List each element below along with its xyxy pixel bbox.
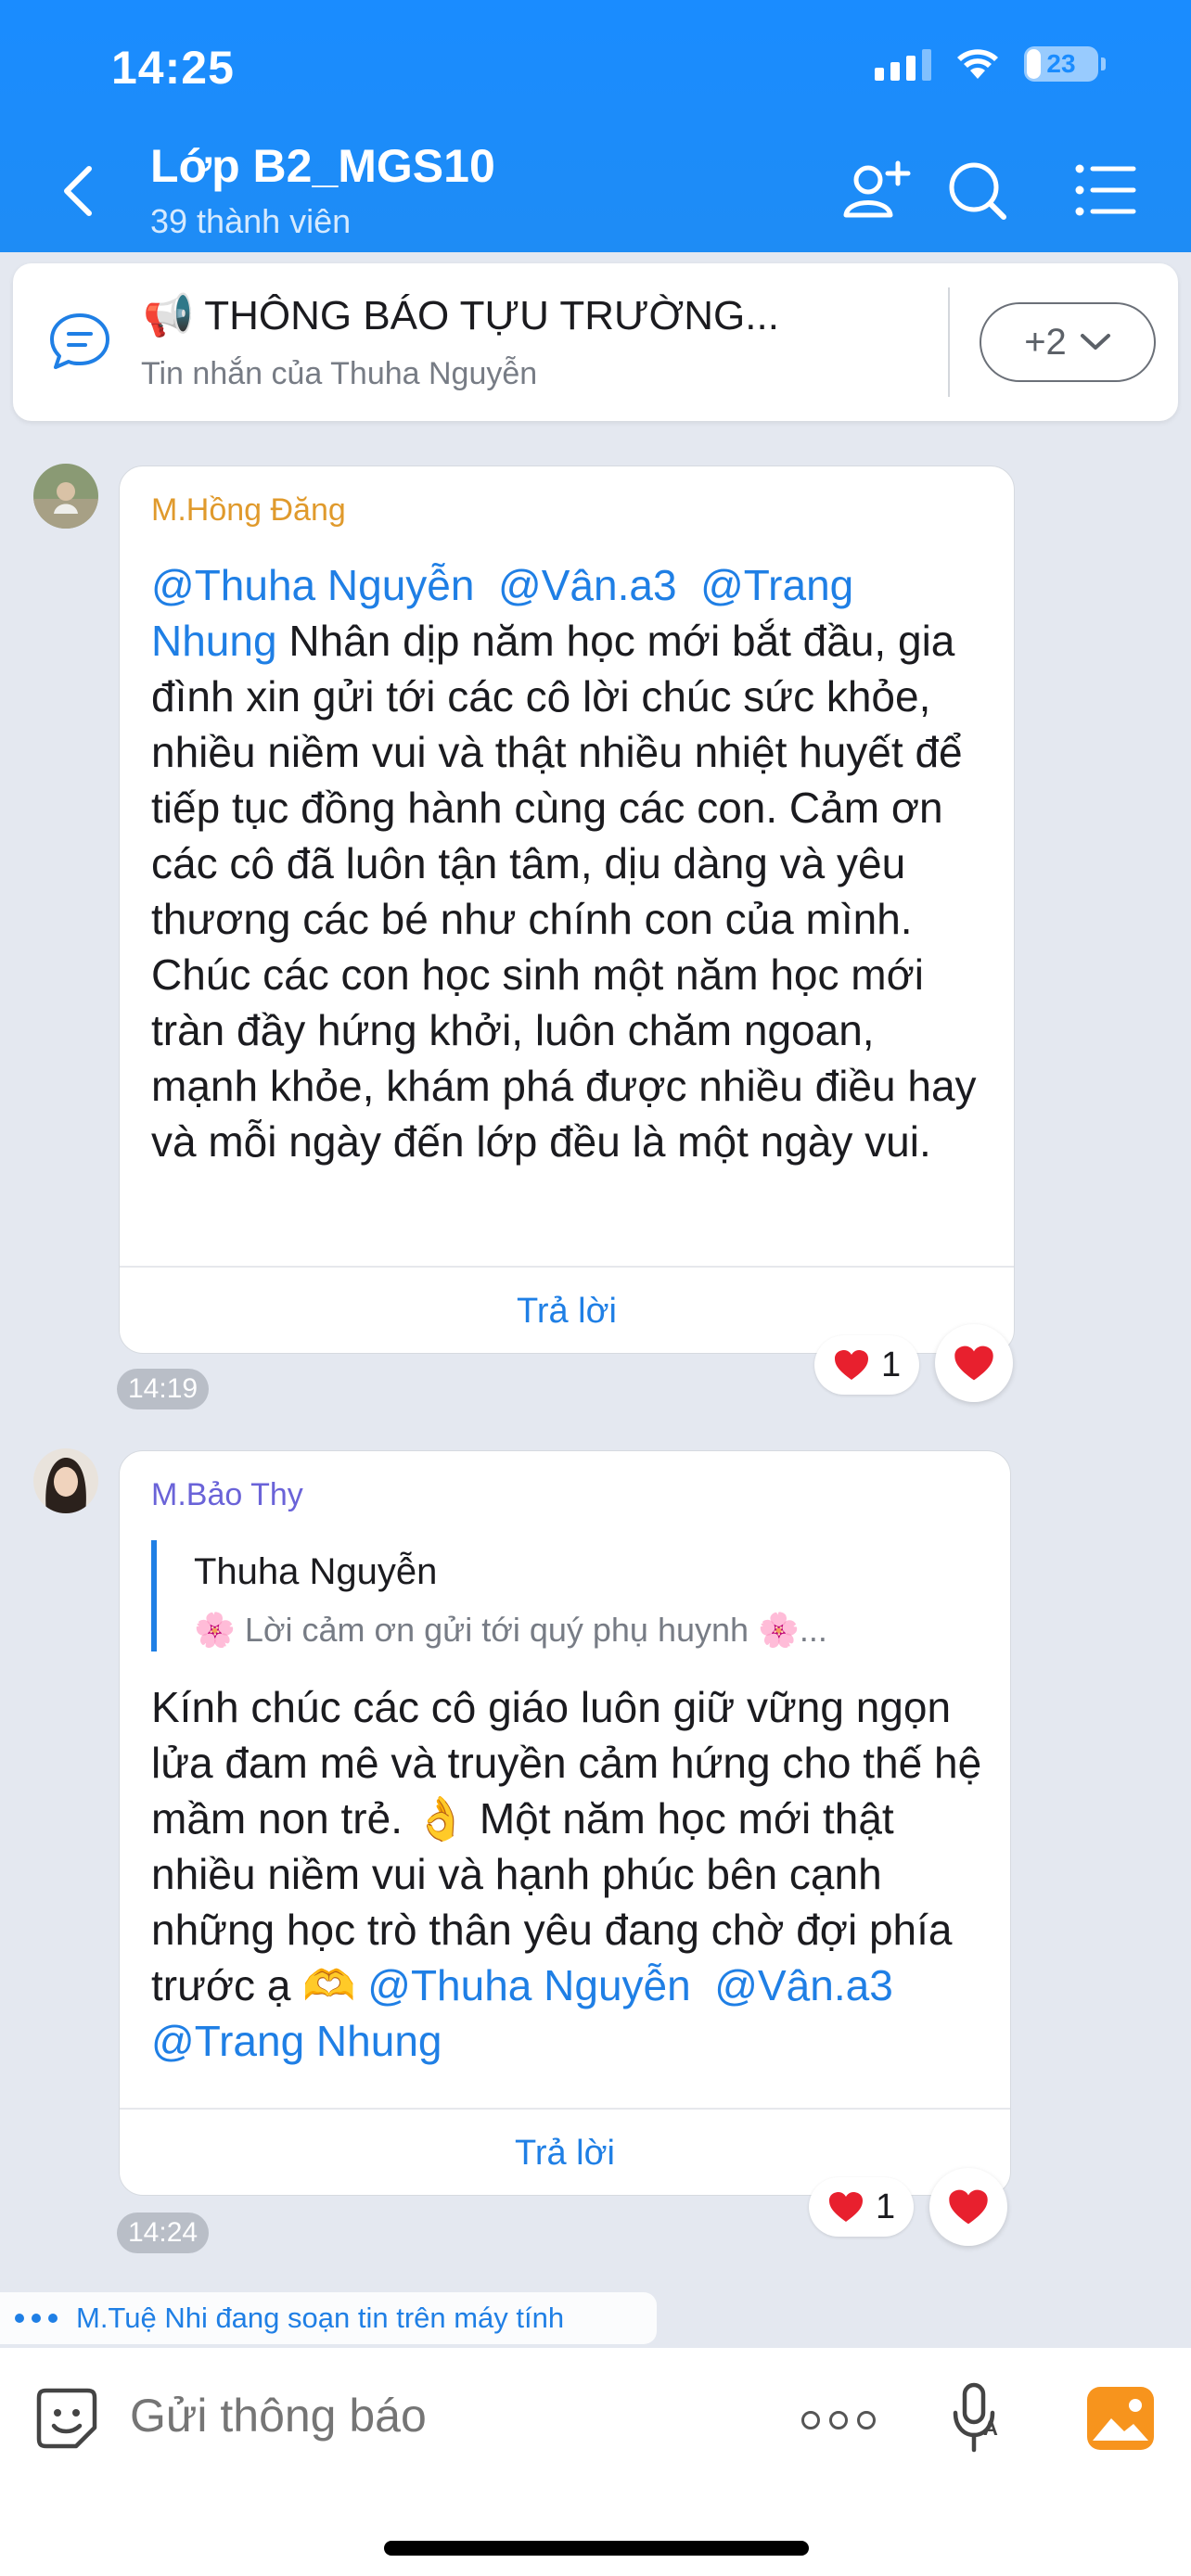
cellular-signal-icon	[875, 47, 931, 81]
reaction-count: 1	[876, 2187, 896, 2226]
search-icon[interactable]	[942, 158, 1017, 223]
heart-icon	[949, 2189, 988, 2225]
reaction-count: 1	[881, 1345, 902, 1384]
quoted-sender: Thuha Nguyễn	[194, 1551, 438, 1592]
pinned-more-label: +2	[1024, 321, 1067, 363]
quoted-text: 🌸 Lời cảm ơn gửi tới quý phụ huynh 🌸...	[194, 1611, 827, 1649]
pinned-message-banner[interactable]: 📢 THÔNG BÁO TỰU TRƯỜNG... Tin nhắn của T…	[13, 263, 1178, 421]
mention-link[interactable]: @Vân.a3	[498, 561, 677, 609]
status-time: 14:25	[111, 42, 235, 94]
message-input[interactable]	[130, 2389, 779, 2442]
mention-link[interactable]: @Thuha Nguyễn	[367, 1961, 690, 2009]
avatar[interactable]	[33, 1448, 98, 1513]
sender-name-text: M.Bảo Thy	[151, 1477, 303, 1512]
group-title[interactable]: Lớp B2_MGS10	[150, 139, 495, 193]
more-options-icon[interactable]	[801, 2402, 876, 2439]
image-gallery-icon[interactable]	[1085, 2385, 1156, 2452]
pinned-title: 📢 THÔNG BÁO TỰU TRƯỜNG...	[143, 293, 779, 338]
reaction-summary[interactable]: 1	[814, 1335, 920, 1395]
heart-icon	[835, 1350, 868, 1380]
voice-to-text-icon[interactable]: A	[946, 2381, 1002, 2455]
back-arrow-icon[interactable]	[56, 163, 102, 219]
message-bubble[interactable]: M.Hồng Đăng @Thuha Nguyễn @Vân.a3 @Trang…	[119, 465, 1015, 1354]
menu-list-icon[interactable]	[1072, 158, 1146, 223]
mention-link[interactable]: @Thuha Nguyễn	[151, 561, 474, 609]
heart-icon	[829, 2192, 863, 2222]
wifi-icon	[957, 49, 998, 79]
status-icons: 23	[875, 46, 1106, 82]
typing-text: M.Tuệ Nhi đang soạn tin trên máy tính	[76, 2302, 565, 2334]
add-member-icon[interactable]	[840, 158, 915, 223]
mention-link[interactable]: @Trang Nhung	[151, 2017, 442, 2065]
typing-dots-icon	[15, 2314, 58, 2323]
heart-icon	[954, 1345, 993, 1381]
message-body: Nhân dịp năm học mới bắt đầu, gia đình x…	[151, 617, 977, 1166]
message-text: @Thuha Nguyễn @Vân.a3 @Trang Nhung Nhân …	[151, 557, 991, 1169]
message-text: Kính chúc các cô giáo luôn giữ vững ngọn…	[151, 1679, 986, 2069]
avatar[interactable]	[33, 464, 98, 529]
typing-indicator: M.Tuệ Nhi đang soạn tin trên máy tính	[0, 2292, 657, 2344]
message-time: 14:19	[117, 1369, 210, 1409]
mention-link[interactable]: Nhung	[151, 617, 277, 665]
message-bubble[interactable]: M.Bảo Thy Thuha Nguyễn 🌸 Lời cảm ơn gửi …	[119, 1450, 1011, 2196]
pinned-subtitle: Tin nhắn của Thuha Nguyễn	[141, 356, 538, 391]
sender-name-text: M.Hồng Đăng	[151, 492, 346, 528]
mention-link[interactable]: @Trang	[700, 561, 853, 609]
sticker-icon[interactable]	[33, 2385, 100, 2452]
sender-name[interactable]: M.Hồng Đăng	[151, 492, 346, 529]
reaction-summary[interactable]: 1	[809, 2177, 915, 2237]
sender-name[interactable]: M.Bảo Thy	[151, 1477, 303, 1513]
pinned-more-button[interactable]: +2	[980, 302, 1156, 382]
battery-level: 23	[1046, 49, 1076, 78]
quoted-message[interactable]: Thuha Nguyễn 🌸 Lời cảm ơn gửi tới quý ph…	[151, 1540, 979, 1651]
react-heart-button[interactable]	[929, 2168, 1007, 2246]
divider	[948, 287, 950, 397]
mention-link[interactable]: @Vân.a3	[714, 1961, 893, 2009]
member-count[interactable]: 39 thành viên	[150, 202, 351, 241]
battery-icon: 23	[1024, 46, 1106, 82]
app-header: 14:25 23 Lớp B2_MGS10 39 thành viên	[0, 0, 1191, 252]
reply-label: Trả lời	[517, 1291, 617, 1331]
chevron-down-icon	[1080, 334, 1110, 350]
home-indicator	[384, 2541, 809, 2556]
chat-bubble-icon	[50, 313, 109, 369]
message-time: 14:24	[117, 2213, 210, 2253]
reply-label: Trả lời	[515, 2133, 615, 2173]
svg-text:A: A	[983, 2417, 998, 2440]
react-heart-button[interactable]	[935, 1324, 1013, 1402]
